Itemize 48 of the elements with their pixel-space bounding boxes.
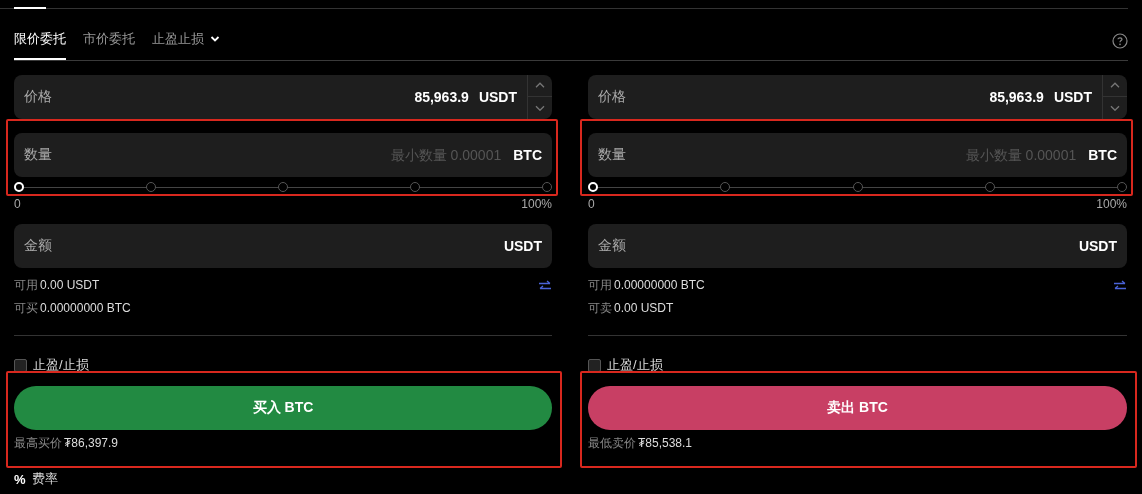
swap-icon[interactable] — [1113, 280, 1127, 292]
slider-step-dot[interactable] — [278, 182, 288, 192]
fee-rate-link[interactable]: 费率 — [31, 470, 58, 488]
help-icon[interactable] — [1112, 33, 1128, 49]
tab-indicator — [14, 7, 46, 9]
balance-value: 0.00000000 BTC — [40, 301, 131, 315]
price-field[interactable]: 价格 85,963.9 USDT — [14, 75, 552, 119]
percent-icon: % — [14, 471, 26, 487]
price-field[interactable]: 价格 85,963.9 USDT — [588, 75, 1127, 119]
slider-step-dot[interactable] — [852, 182, 863, 192]
tpsl-checkbox[interactable] — [588, 358, 601, 372]
slider-min-label: 0 — [14, 197, 21, 211]
tpsl-label[interactable]: 止盈/止损 — [607, 357, 663, 373]
slider-step-dot[interactable] — [720, 182, 731, 192]
balance-label: 可用 — [588, 278, 612, 292]
balance-label: 可卖 — [588, 301, 612, 315]
slider-min-label: 0 — [588, 197, 595, 211]
slider-step-dot[interactable] — [410, 182, 420, 192]
best-price-value: ₮85,538.1 — [638, 436, 693, 450]
best-price-label: 最高买价 — [14, 436, 62, 450]
order-type-tab[interactable]: 止盈止损 — [152, 30, 220, 60]
order-type-tab[interactable]: 市价委托 — [83, 30, 135, 60]
best-price-value: ₮86,397.9 — [64, 436, 119, 450]
slider-thumb[interactable] — [588, 182, 598, 192]
balance-label: 可买 — [14, 301, 38, 315]
swap-icon[interactable] — [538, 280, 552, 292]
order-button[interactable]: 卖出 BTC — [588, 386, 1127, 430]
slider-step-dot[interactable] — [984, 182, 995, 192]
slider-track[interactable] — [588, 181, 1127, 193]
slider-max-label: 100% — [1096, 197, 1127, 211]
slider-track[interactable] — [14, 181, 552, 193]
balance-label: 可用 — [14, 278, 38, 292]
slider-step-dot[interactable] — [146, 182, 156, 192]
slider-step-dot[interactable] — [542, 182, 552, 192]
amount-field[interactable]: 金额 USDT — [588, 224, 1127, 268]
caret-icon[interactable] — [210, 35, 220, 43]
tpsl-checkbox[interactable] — [14, 358, 27, 372]
balance-value: 0.00000000 BTC — [614, 278, 705, 292]
best-price-label: 最低卖价 — [588, 436, 636, 450]
order-type-tab[interactable]: 限价委托 — [14, 30, 66, 60]
order-button[interactable]: 买入 BTC — [14, 386, 552, 430]
balance-value: 0.00 USDT — [40, 278, 100, 292]
amount-field[interactable]: 金额 USDT — [14, 224, 552, 268]
balance-value: 0.00 USDT — [614, 301, 674, 315]
tpsl-label[interactable]: 止盈/止损 — [33, 357, 89, 373]
slider-step-dot[interactable] — [1117, 182, 1127, 192]
slider-thumb[interactable] — [14, 182, 24, 192]
slider-max-label: 100% — [521, 197, 552, 211]
